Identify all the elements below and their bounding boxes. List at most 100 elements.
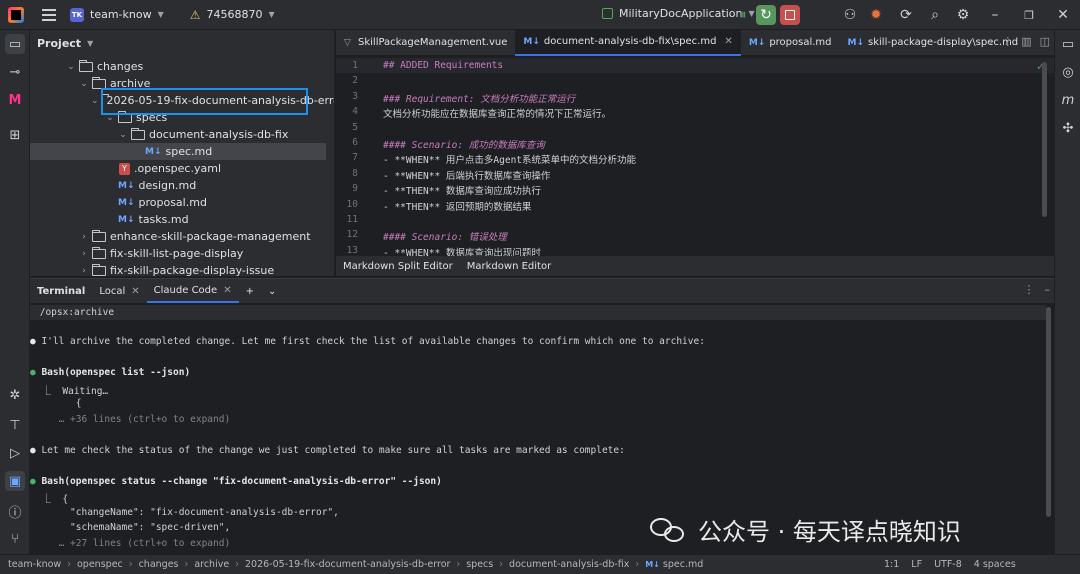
terminal-line: "changeName": "fix-document-analysis-db-…: [30, 507, 339, 518]
structure-tool-icon[interactable]: ⊞: [5, 125, 25, 145]
indent-setting[interactable]: 4 spaces: [974, 559, 1016, 570]
tree-item-design-md[interactable]: M↓ design.md: [30, 177, 334, 194]
breadcrumb-item[interactable]: archive: [194, 559, 229, 570]
stop-button[interactable]: [780, 5, 800, 25]
problems-tool-icon[interactable]: ⓘ: [5, 501, 25, 521]
tab-claude-code[interactable]: Claude Code ✕: [146, 279, 239, 303]
project-switcher[interactable]: TK team-know ▼: [70, 7, 164, 22]
tab-markdown-editor[interactable]: Markdown Editor: [460, 261, 558, 272]
project-tool-icon[interactable]: ▭: [5, 34, 25, 54]
split-view-icon[interactable]: ▥: [1021, 35, 1031, 48]
breadcrumb-item[interactable]: document-analysis-db-fix: [509, 559, 629, 570]
code-text: - **THEN** 返回预期的数据结果: [383, 201, 532, 213]
file-encoding[interactable]: UTF-8: [934, 559, 962, 570]
restore-icon[interactable]: ❐: [1019, 5, 1039, 25]
terminal-text: Bash(openspec list --json): [41, 367, 191, 378]
tab-proposal-md[interactable]: M↓ proposal.md: [741, 30, 840, 56]
mybatis-tool-icon[interactable]: M: [5, 90, 25, 110]
tree-item-fix-skill-list-page-display[interactable]: › fix-skill-list-page-display: [30, 245, 334, 262]
ide-logo-icon: [8, 6, 24, 23]
maven-icon[interactable]: m: [1058, 90, 1078, 110]
tree-item-openspec-yaml[interactable]: Y .openspec.yaml: [30, 160, 334, 177]
tree-item-document-analysis-db-fix[interactable]: ⌄ document-analysis-db-fix: [30, 126, 334, 143]
breadcrumb-item[interactable]: team-know: [8, 559, 61, 570]
terminal-text: ⎿ {: [30, 494, 69, 505]
git-tool-icon[interactable]: ⑂: [5, 529, 25, 549]
tree-item-label: proposal.md: [138, 196, 207, 209]
services-tool-icon[interactable]: ▷: [5, 443, 25, 463]
breadcrumb-item[interactable]: 2026-05-19-fix-document-analysis-db-erro…: [245, 559, 450, 570]
tree-item-changes[interactable]: ⌄ changes: [30, 58, 334, 75]
code-text: ### Requirement: 文档分析功能正常运行: [383, 93, 576, 105]
debug-bars-icon[interactable]: ⏸: [733, 5, 753, 25]
code-text: #### Scenario: 成功的数据库查询: [383, 140, 545, 151]
gradle-icon[interactable]: ✣: [1058, 118, 1078, 138]
code-area[interactable]: 1 ## ADDED Requirements 2 3 ### Requirement:…: [336, 58, 1054, 256]
editor-panel: ▽ SkillPackageManagement.vue M↓ document-a…: [336, 29, 1054, 276]
add-user-icon[interactable]: ⚇: [840, 5, 860, 25]
tab-document-analysis-spec[interactable]: M↓ document-analysis-db-fix\spec.md ✕: [515, 29, 741, 56]
commit-tool-icon[interactable]: ⊸: [5, 62, 25, 82]
tree-item-spec-md[interactable]: M↓ spec.md: [30, 143, 326, 160]
terminal-text: I'll archive the completed change. Let m…: [41, 336, 705, 347]
chevron-right-icon: ›: [456, 559, 461, 570]
terminal-line: … +36 lines (ctrl+o to expand): [30, 413, 231, 425]
terminal-tool-icon[interactable]: ▣: [5, 471, 25, 491]
close-icon[interactable]: ✕: [1053, 5, 1073, 25]
debug-tool-icon[interactable]: ✲: [5, 385, 25, 405]
new-tab-icon[interactable]: +: [239, 279, 261, 303]
ai-assistant-icon[interactable]: ◎: [1058, 62, 1078, 82]
rerun-button[interactable]: ↻: [756, 5, 776, 25]
project-panel-header[interactable]: Project ▼: [30, 30, 334, 56]
terminal-scrollbar[interactable]: [1046, 307, 1051, 517]
tab-markdown-split-editor[interactable]: Markdown Split Editor: [336, 261, 460, 272]
chevron-down-icon[interactable]: ⌄: [985, 35, 994, 48]
minimize-icon[interactable]: –: [985, 5, 1005, 25]
settings-icon[interactable]: ⚙: [953, 5, 973, 25]
breadcrumb-item[interactable]: spec.md: [663, 559, 703, 570]
terminal-text: Bash(openspec status --change "fix-docum…: [41, 475, 442, 487]
tree-item-enhance-skill-package-management[interactable]: › enhance-skill-package-management: [30, 228, 334, 245]
close-icon[interactable]: ✕: [223, 285, 231, 296]
line-separator[interactable]: LF: [911, 559, 922, 570]
line-number: 3: [352, 90, 358, 102]
update-icon[interactable]: ⟳: [896, 5, 916, 25]
main-menu-icon[interactable]: [42, 8, 56, 21]
editor-scrollbar[interactable]: [1042, 62, 1047, 217]
vcs-warning[interactable]: ⚠ 74568870 ▼: [190, 8, 275, 22]
notifications-icon[interactable]: ▭: [1058, 34, 1078, 54]
terminal-text: … +36 lines (ctrl+o to expand): [30, 413, 231, 425]
right-tool-strip: ▭ ◎ m ✣: [1054, 30, 1080, 554]
chevron-right-icon: ›: [82, 248, 86, 259]
plugin-icon[interactable]: ✹: [866, 5, 886, 25]
build-tool-icon[interactable]: ⊤: [5, 415, 25, 435]
preview-icon[interactable]: ◫: [1040, 35, 1050, 48]
run-config-selector[interactable]: MilitaryDocApplication ▼: [602, 7, 755, 20]
cursor-position[interactable]: 1:1: [884, 559, 899, 570]
chevron-down-icon[interactable]: ⌄: [261, 279, 283, 303]
search-icon[interactable]: ⌕: [925, 5, 945, 25]
breadcrumb-item[interactable]: changes: [139, 559, 179, 570]
breadcrumb-item[interactable]: openspec: [77, 559, 123, 570]
more-icon[interactable]: ⋮: [1024, 283, 1035, 296]
chevron-down-icon: ▼: [87, 38, 94, 48]
more-icon[interactable]: ⋮: [1002, 35, 1013, 48]
markdown-file-icon: M↓: [118, 197, 135, 208]
markdown-file-icon: M↓: [118, 180, 135, 191]
line-number: 13: [346, 244, 358, 256]
code-line: #### Scenario: 成功的数据库查询: [383, 137, 545, 151]
chevron-right-icon: ›: [635, 559, 640, 570]
breadcrumb-item[interactable]: specs: [466, 559, 493, 570]
tab-local[interactable]: Local ✕: [92, 279, 146, 303]
highlight-annotation-box: [101, 88, 308, 115]
chevron-down-icon: ⌄: [67, 61, 75, 72]
tree-item-tasks-md[interactable]: M↓ tasks.md: [30, 211, 334, 228]
message-dot-icon: ●: [30, 336, 42, 347]
close-icon[interactable]: ✕: [724, 36, 732, 47]
minimize-icon[interactable]: –: [1045, 283, 1051, 296]
tree-item-fix-skill-package-display-issue[interactable]: › fix-skill-package-display-issue: [30, 262, 334, 276]
terminal-line: … +27 lines (ctrl+o to expand): [30, 538, 231, 549]
close-icon[interactable]: ✕: [131, 286, 139, 297]
tab-skill-package-management-vue[interactable]: ▽ SkillPackageManagement.vue: [336, 30, 515, 56]
tree-item-proposal-md[interactable]: M↓ proposal.md: [30, 194, 334, 211]
